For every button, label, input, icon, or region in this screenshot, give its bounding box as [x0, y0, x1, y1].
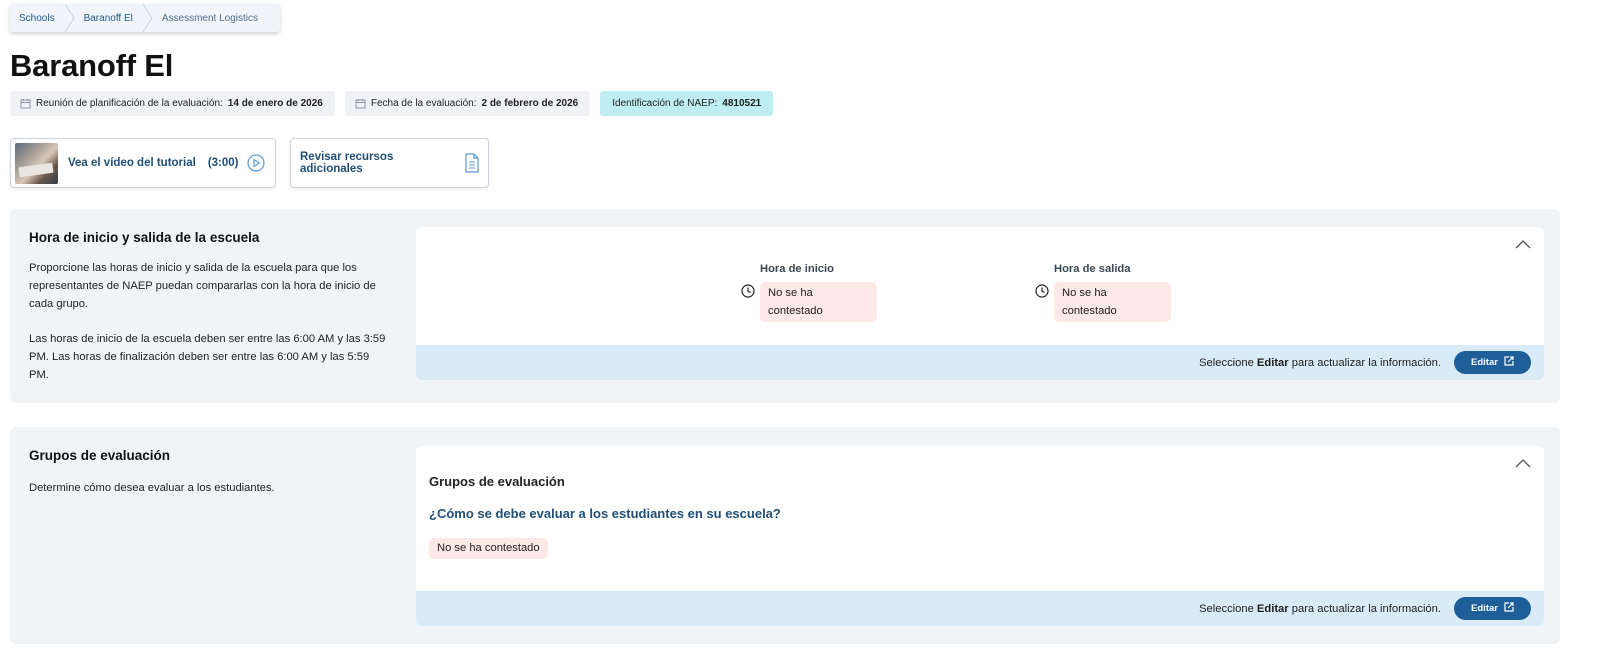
school-hours-section: Hora de inicio y salida de la escuela Pr…	[10, 209, 1560, 403]
breadcrumb-item-school[interactable]: Baranoff El	[75, 4, 143, 32]
panel-title: Grupos de evaluación	[429, 474, 565, 489]
clock-icon	[1035, 284, 1049, 298]
footer-suffix: para actualizar la información.	[1291, 356, 1441, 369]
page-title: Baranoff El	[10, 48, 174, 83]
section-title: Grupos de evaluación	[29, 448, 171, 463]
naep-id-value: 4810521	[722, 98, 762, 109]
school-hours-panel: Hora de inicio No se ha contestado Hora …	[416, 227, 1544, 380]
start-time-value: No se ha contestado	[760, 282, 877, 322]
chevron-up-icon[interactable]	[1514, 237, 1532, 251]
section-title: Hora de inicio y salida de la escuela	[29, 230, 260, 245]
assessment-date-value: 2 de febrero de 2026	[481, 98, 579, 109]
chevron-up-icon[interactable]	[1514, 456, 1532, 470]
footer-prefix: Seleccione	[1199, 356, 1254, 369]
calendar-icon	[355, 98, 366, 109]
end-time-label: Hora de salida	[1054, 263, 1131, 275]
footer-prefix: Seleccione	[1199, 602, 1254, 615]
assessment-answer: No se ha contestado	[429, 538, 548, 559]
naep-id-label: Identificación de NAEP:	[612, 98, 718, 109]
tutorial-video-label: Vea el vídeo del tutorial	[68, 157, 196, 169]
play-circle-icon	[246, 154, 265, 172]
planning-meeting-pill: Reunión de planificación de la evaluació…	[10, 91, 335, 116]
assessment-groups-section: Grupos de evaluación Determine cómo dese…	[10, 427, 1560, 644]
start-time-field: Hora de inicio No se ha contestado	[741, 263, 877, 322]
section-description: Proporcione las horas de inicio y salida…	[29, 262, 376, 310]
breadcrumb-separator	[64, 4, 75, 32]
panel-footer: Seleccione Editar para actualizar la inf…	[416, 345, 1544, 380]
breadcrumb-separator	[142, 4, 153, 32]
panel-footer: Seleccione Editar para actualizar la inf…	[416, 591, 1544, 626]
assessment-date-pill: Fecha de la evaluación: 2 de febrero de …	[344, 91, 591, 116]
footer-instruction: Seleccione Editar para actualizar la inf…	[1199, 603, 1441, 615]
assessment-groups-panel: Grupos de evaluación ¿Cómo se debe evalu…	[416, 446, 1544, 626]
edit-button[interactable]: Editar	[1454, 597, 1531, 620]
breadcrumb-item-schools[interactable]: Schools	[10, 4, 65, 32]
section-description: Determine cómo desea evaluar a los estud…	[29, 482, 275, 494]
end-time-value: No se ha contestado	[1054, 282, 1171, 322]
edit-external-icon	[1504, 356, 1514, 369]
footer-bold: Editar	[1256, 356, 1289, 369]
section-description: Las horas de inicio de la escuela deben …	[29, 333, 386, 381]
footer-suffix: para actualizar la información.	[1291, 602, 1441, 615]
footer-bold: Editar	[1256, 602, 1289, 615]
tutorial-video-duration: (3:00)	[207, 157, 239, 169]
clock-icon	[741, 284, 755, 298]
end-time-field: Hora de salida No se ha contestado	[1035, 263, 1171, 322]
resource-row: Vea el vídeo del tutorial (3:00) Revisar…	[10, 138, 489, 188]
edit-button-label: Editar	[1471, 603, 1498, 614]
tutorial-video-card[interactable]: Vea el vídeo del tutorial (3:00)	[10, 138, 276, 188]
breadcrumb-item-current: Assessment Logistics	[161, 12, 259, 24]
assessment-date-label: Fecha de la evaluación:	[370, 98, 477, 109]
edit-external-icon	[1504, 602, 1514, 615]
edit-button[interactable]: Editar	[1454, 351, 1531, 374]
additional-resources-label: Revisar recursos adicionales	[300, 151, 394, 175]
additional-resources-card[interactable]: Revisar recursos adicionales	[290, 138, 489, 188]
naep-id-pill: Identificación de NAEP: 4810521	[600, 91, 774, 116]
start-time-label: Hora de inicio	[760, 263, 834, 275]
document-icon	[464, 153, 480, 173]
planning-meeting-value: 14 de enero de 2026	[227, 98, 323, 109]
breadcrumb: Schools Baranoff El Assessment Logistics	[10, 4, 281, 32]
footer-instruction: Seleccione Editar para actualizar la inf…	[1199, 357, 1441, 369]
meta-row: Reunión de planificación de la evaluació…	[10, 91, 774, 116]
assessment-question: ¿Cómo se debe evaluar a los estudiantes …	[429, 506, 781, 521]
edit-button-label: Editar	[1471, 357, 1498, 368]
calendar-icon	[20, 98, 31, 109]
planning-meeting-label: Reunión de planificación de la evaluació…	[36, 98, 223, 109]
video-thumbnail	[15, 142, 58, 184]
